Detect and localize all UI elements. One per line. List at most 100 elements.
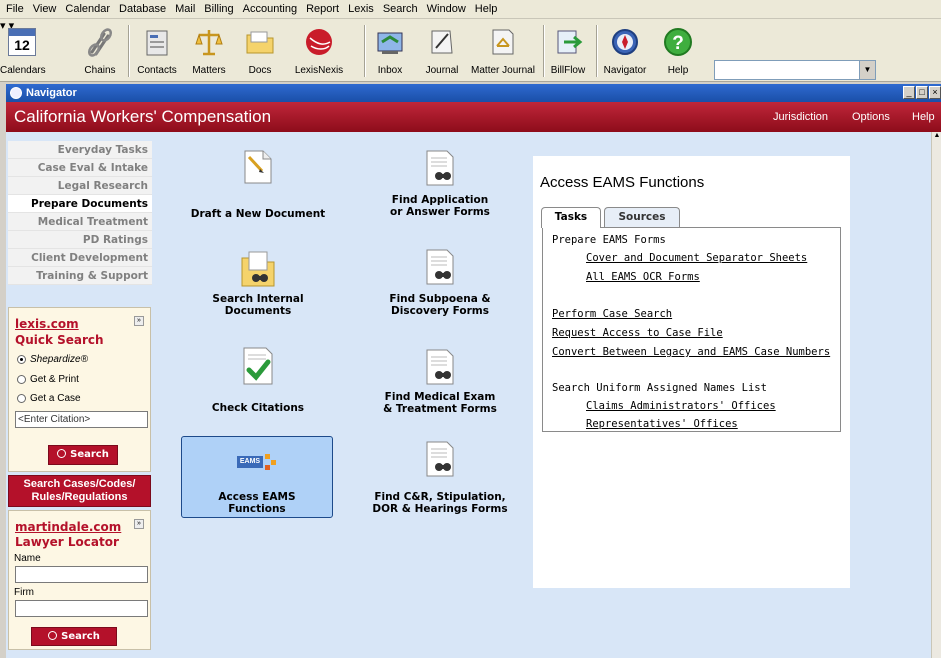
sidebar-item-everyday-tasks[interactable]: Everyday Tasks [8, 141, 152, 159]
convert-case-numbers-link[interactable]: Convert Between Legacy and EAMS Case Num… [552, 346, 830, 358]
access-eams-functions-tile[interactable]: EAMS Access EAMS Functions [181, 436, 333, 518]
search-internal-documents-tile[interactable]: Search Internal Documents [176, 244, 340, 324]
help-label: Help [667, 65, 689, 76]
perform-case-search-link[interactable]: Perform Case Search [552, 308, 672, 320]
martindale-link[interactable]: martindale.com [15, 520, 121, 534]
check-citations-tile[interactable]: Check Citations [176, 344, 340, 424]
scroll-up-icon[interactable]: ▲ [932, 132, 941, 144]
journal-icon [431, 30, 453, 54]
maximize-icon[interactable]: □ [916, 86, 928, 99]
sidebar-item-prepare-documents[interactable]: Prepare Documents [8, 195, 152, 213]
toolbar-combo[interactable]: ▼ [714, 60, 876, 80]
options-link[interactable]: Options [852, 111, 890, 123]
menu-lexis[interactable]: Lexis [344, 3, 379, 15]
find-forms-icon [426, 150, 454, 186]
request-access-link[interactable]: Request Access to Case File [552, 327, 723, 339]
menu-view[interactable]: View [29, 3, 62, 15]
menu-file[interactable]: File [2, 3, 29, 15]
menu-search[interactable]: Search [379, 3, 423, 15]
search-cases-codes-button[interactable]: Search Cases/Codes/ Rules/Regulations [8, 475, 151, 507]
calendars-button[interactable]: 12 Calendars [0, 24, 46, 80]
firm-input[interactable] [15, 600, 148, 617]
claims-administrators-link[interactable]: Claims Administrators' Offices [586, 400, 776, 412]
menu-accounting[interactable]: Accounting [239, 3, 302, 15]
matters-label: Matters [192, 65, 226, 76]
billflow-button[interactable]: BillFlow [548, 24, 588, 80]
sidebar-item-case-eval[interactable]: Case Eval & Intake [8, 159, 152, 177]
lawyer-locator-panel: martindale.com » Lawyer Locator Name Fir… [8, 510, 151, 650]
find-medical-forms-tile[interactable]: Find Medical Exam & Treatment Forms [370, 344, 510, 424]
find-subpoena-forms-tile[interactable]: Find Subpoena & Discovery Forms [370, 244, 510, 324]
contacts-button[interactable]: Contacts [134, 24, 180, 80]
scales-icon [195, 30, 223, 56]
menu-calendar[interactable]: Calendar [61, 3, 115, 15]
help-icon: ? [664, 28, 692, 56]
lexisnexis-icon [306, 29, 332, 55]
radio-get-print[interactable]: Get & Print [17, 374, 79, 385]
menu-window[interactable]: Window [423, 3, 471, 15]
jurisdiction-header: California Workers' Compensation Jurisdi… [6, 102, 941, 132]
quick-search-title: Quick Search [15, 333, 104, 347]
navigator-button[interactable]: Navigator [602, 24, 648, 80]
name-input[interactable] [15, 566, 148, 583]
docs-button[interactable]: Docs [238, 24, 282, 80]
inbox-icon [377, 32, 403, 54]
calendar-icon: 12 [8, 28, 36, 56]
matter-journal-icon [492, 29, 514, 55]
radio-shepardize[interactable]: Shepardize® [17, 354, 88, 365]
menu-help[interactable]: Help [471, 3, 503, 15]
lexisnexis-button[interactable]: LexisNexis [292, 24, 346, 80]
svg-text:?: ? [672, 33, 684, 54]
lexisnexis-label: LexisNexis [294, 65, 344, 76]
tab-sources[interactable]: Sources [604, 207, 680, 227]
eams-panel-title: Access EAMS Functions [540, 174, 705, 191]
matter-journal-button[interactable]: Matter Journal [468, 24, 538, 80]
matters-button[interactable]: Matters [186, 24, 232, 80]
menu-mail[interactable]: Mail [171, 3, 200, 15]
menu-database[interactable]: Database [115, 3, 171, 15]
sidebar-item-client-development[interactable]: Client Development [8, 249, 152, 267]
tab-tasks[interactable]: Tasks [541, 207, 601, 228]
sidebar-item-pd-ratings[interactable]: PD Ratings [8, 231, 152, 249]
cover-separator-sheets-link[interactable]: Cover and Document Separator Sheets [586, 252, 807, 264]
representatives-offices-link[interactable]: Representatives' Offices [586, 418, 738, 430]
close-icon[interactable]: × [929, 86, 941, 99]
combo-arrow-icon[interactable]: ▼ [859, 61, 875, 79]
find-medical-forms-label: Find Medical Exam & Treatment Forms [383, 391, 497, 415]
find-application-forms-tile[interactable]: Find Application or Answer Forms [370, 145, 510, 225]
lawyer-search-button[interactable]: Search [31, 627, 117, 646]
eams-ocr-forms-link[interactable]: All EAMS OCR Forms [586, 271, 700, 283]
calendar-day: 12 [14, 37, 30, 53]
uniform-assigned-names-heading: Search Uniform Assigned Names List [552, 382, 767, 394]
menu-report[interactable]: Report [302, 3, 344, 15]
help-link[interactable]: Help [912, 111, 935, 123]
collapse-icon[interactable]: » [134, 519, 144, 529]
billflow-icon [557, 30, 583, 54]
chains-button[interactable]: Chains [78, 24, 122, 80]
help-button[interactable]: ? Help [656, 24, 700, 80]
radio-unchecked-icon [17, 394, 26, 403]
sidebar-item-medical-treatment[interactable]: Medical Treatment [8, 213, 152, 231]
quick-search-button[interactable]: Search [48, 445, 118, 465]
radio-shepardize-label: Shepardize® [30, 354, 88, 365]
draft-new-document-tile[interactable]: Draft a New Document [176, 145, 340, 225]
window-controls: _ □ × [902, 86, 941, 99]
toolbar-separator [596, 25, 598, 77]
collapse-icon[interactable]: » [134, 316, 144, 326]
citation-input[interactable]: <Enter Citation> [15, 411, 148, 428]
menu-billing[interactable]: Billing [200, 3, 238, 15]
search-icon [48, 631, 58, 640]
radio-get-case[interactable]: Get a Case [17, 393, 81, 404]
lexis-link[interactable]: lexis.com [15, 317, 79, 331]
jurisdiction-link[interactable]: Jurisdiction [773, 111, 828, 123]
minimize-icon[interactable]: _ [903, 86, 915, 99]
inbox-button[interactable]: Inbox [370, 24, 410, 80]
find-cr-stipulation-forms-tile[interactable]: Find C&R, Stipulation, DOR & Hearings Fo… [340, 440, 540, 520]
journal-button[interactable]: Journal [420, 24, 464, 80]
sidebar-item-training-support[interactable]: Training & Support [8, 267, 152, 285]
sidebar-item-legal-research[interactable]: Legal Research [8, 177, 152, 195]
vertical-scrollbar[interactable]: ▲ [931, 132, 941, 658]
quick-search-panel: lexis.com » Quick Search Shepardize® Get… [8, 307, 151, 472]
calendars-label: Calendars [0, 65, 46, 76]
firm-label: Firm [14, 587, 34, 598]
